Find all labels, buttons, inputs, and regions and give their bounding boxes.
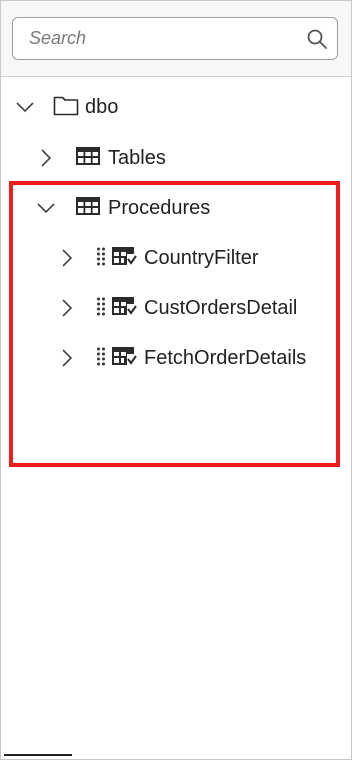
drag-handle-icon[interactable] (96, 346, 106, 371)
chevron-right-icon[interactable] (57, 348, 77, 368)
stored-procedure-icon (111, 295, 137, 322)
table-icon (75, 195, 101, 222)
chevron-right-icon[interactable] (57, 248, 77, 268)
chevron-down-icon[interactable] (15, 97, 35, 117)
chevron-down-icon[interactable] (36, 198, 56, 218)
search-box[interactable] (12, 17, 338, 60)
tree-node-label: dbo (85, 95, 119, 118)
tree-node-procedure[interactable]: CountryFilter (57, 238, 258, 278)
tree-node-label: CountryFilter (144, 246, 259, 269)
chevron-right-icon[interactable] (36, 148, 56, 168)
folder-icon (53, 94, 79, 121)
tree-node-label: FetchOrderDetails (144, 346, 307, 369)
tree-node-label: Procedures (108, 196, 211, 219)
tree-node-label: CustOrdersDetail (144, 296, 298, 319)
chevron-right-icon[interactable] (57, 298, 77, 318)
search-input[interactable] (29, 18, 299, 59)
tree-node-procedure[interactable]: FetchOrderDetails (57, 338, 306, 378)
stored-procedure-icon (111, 345, 137, 372)
tree-node-label: Tables (108, 146, 166, 169)
tree-node-tables[interactable]: Tables (36, 138, 166, 178)
drag-handle-icon[interactable] (96, 296, 106, 321)
tree-node-procedures[interactable]: Procedures (36, 188, 210, 228)
table-icon (75, 145, 101, 172)
tree-node-procedure[interactable]: CustOrdersDetail (57, 288, 297, 328)
search-icon[interactable] (306, 28, 328, 50)
explorer-panel: dbo Tables (0, 0, 352, 760)
bottom-divider (4, 754, 72, 756)
search-bar (1, 1, 351, 77)
stored-procedure-icon (111, 245, 137, 272)
tree-node-dbo[interactable]: dbo (15, 87, 118, 127)
drag-handle-icon[interactable] (96, 246, 106, 271)
